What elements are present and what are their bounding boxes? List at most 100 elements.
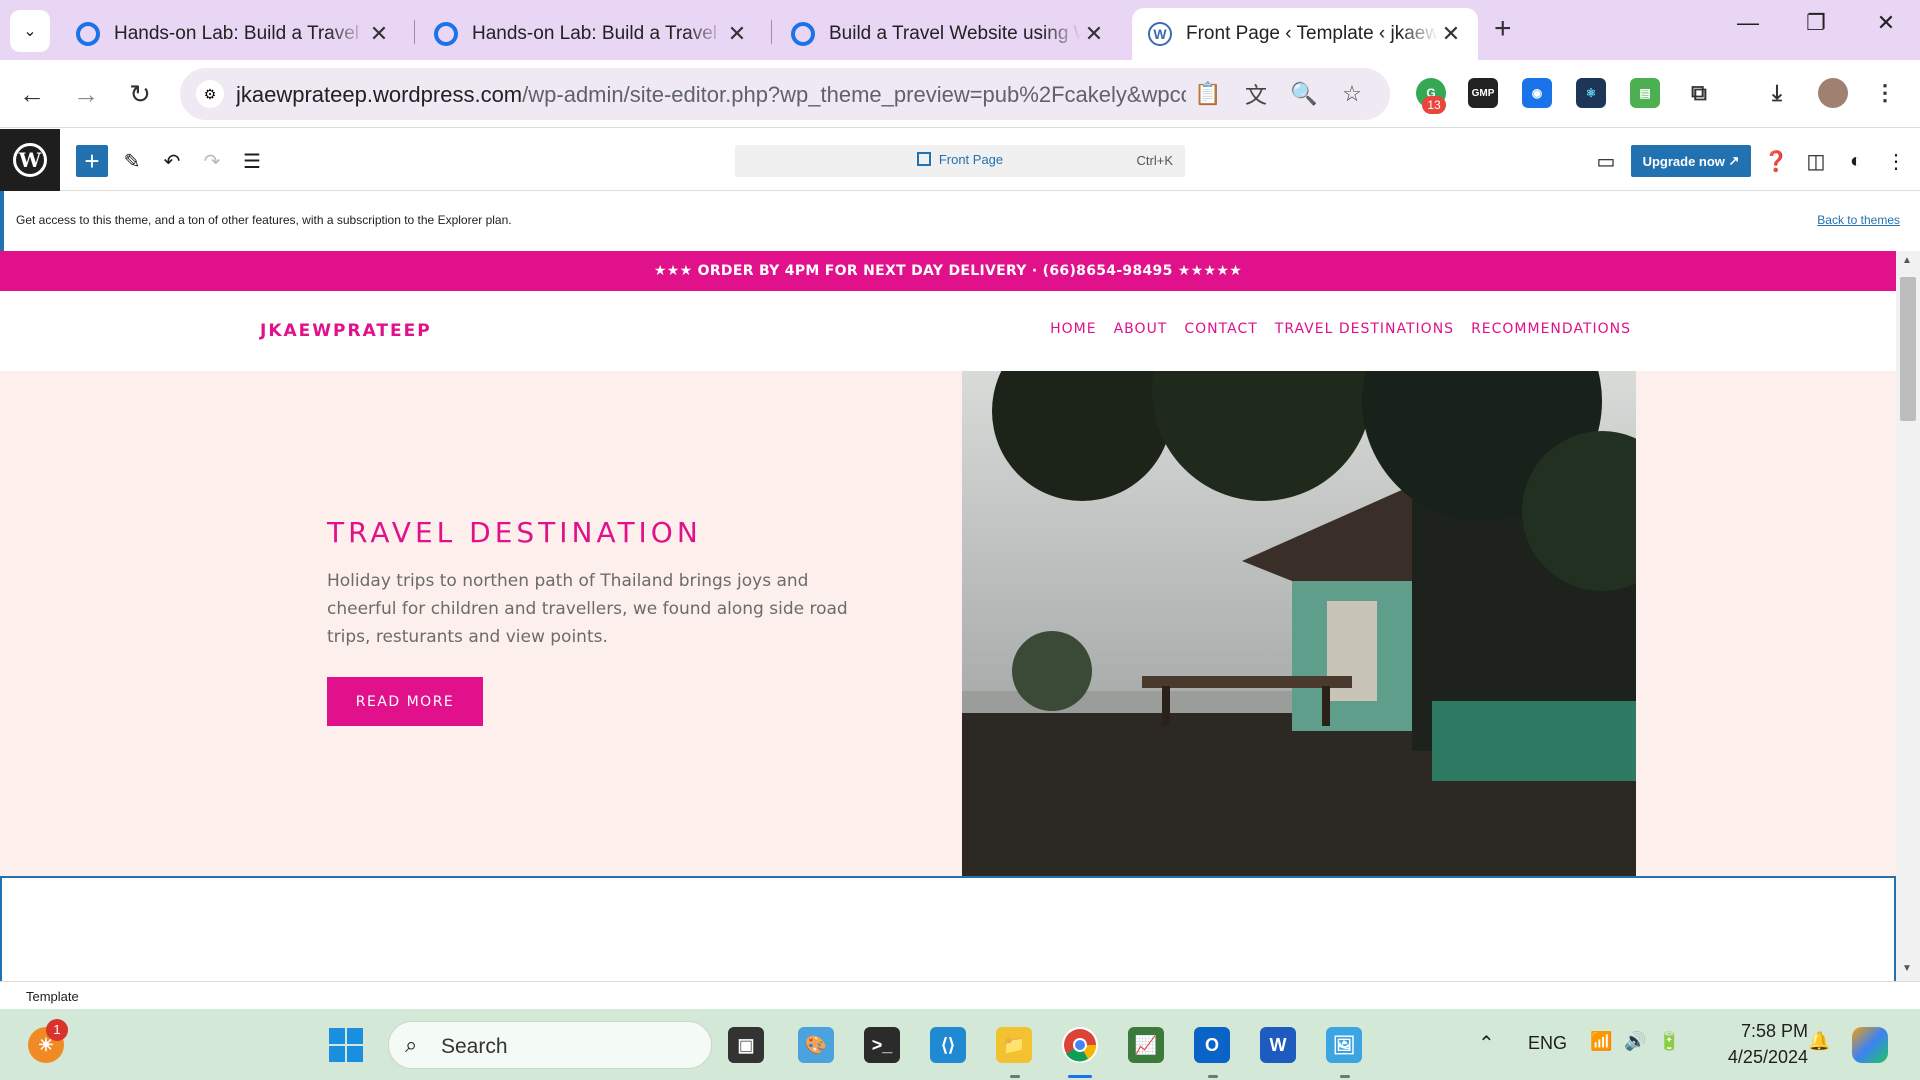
nav-item-recommendations[interactable]: RECOMMENDATIONS [1471,321,1631,337]
more-menu-icon[interactable]: ⋮ [1870,78,1900,108]
nav-item-contact[interactable]: CONTACT [1184,321,1257,337]
plan-notice: Get access to this theme, and a ton of o… [0,191,1920,251]
site-header[interactable]: JKAEWPRATEEP HOME ABOUT CONTACT TRAVEL D… [0,291,1896,371]
selected-block-outline[interactable] [0,876,1896,981]
new-tab-button[interactable]: + [1494,12,1512,46]
list-view-icon[interactable]: ☰ [236,145,268,177]
scroll-up-icon[interactable]: ▲ [1902,255,1912,266]
file-explorer-icon[interactable]: 📁 [996,1027,1032,1063]
edit-tools-icon[interactable]: ✎ [116,145,148,177]
windows-logo-icon [329,1028,363,1062]
command-palette-bar[interactable]: Front Page Ctrl+K [735,145,1185,177]
vscode-icon[interactable]: ⟨⟩ [930,1027,966,1063]
hero-section[interactable]: TRAVEL DESTINATION Holiday trips to nort… [0,371,1896,876]
styles-icon[interactable]: ◐ [1840,145,1872,177]
document-title: Front Page [938,152,1004,167]
nav-item-travel-destinations[interactable]: TRAVEL DESTINATIONS [1275,321,1454,337]
help-icon[interactable]: ❓ [1760,145,1792,177]
upgrade-now-button[interactable]: Upgrade now ↗ [1631,145,1751,177]
paint-icon[interactable]: 🎨 [798,1027,834,1063]
browser-tab-active[interactable]: W Front Page ‹ Template ‹ jkaewprateep ✕ [1132,8,1478,60]
tray-overflow-icon[interactable]: ⌃ [1478,1031,1495,1056]
volume-icon[interactable]: 🔊 [1624,1031,1646,1052]
clock-date[interactable]: 4/25/2024 [1708,1047,1808,1068]
running-indicator [1010,1075,1020,1078]
browser-tab[interactable]: Hands-on Lab: Build a Travel Website usi… [418,8,764,60]
language-indicator[interactable]: ENG [1528,1033,1567,1054]
undo-icon[interactable]: ↶ [156,145,188,177]
wifi-icon[interactable]: 📶 [1590,1031,1612,1052]
redo-icon[interactable]: ↷ [196,145,228,177]
terminal-icon[interactable]: >_ [864,1027,900,1063]
browser-tab[interactable]: Hands-on Lab: Build a Travel Website usi… [60,8,406,60]
taskbar-search[interactable]: ⌕ Search [388,1021,712,1069]
site-info-icon[interactable]: ⚙ [196,80,224,108]
canvas-scrollbar[interactable]: ▲ ▼ [1896,251,1920,981]
url-text[interactable]: jkaewprateep.wordpress.com/wp-admin/site… [236,82,1186,108]
hero-heading[interactable]: TRAVEL DESTINATION [327,516,702,549]
sheet-icon[interactable]: ▤ [1630,78,1660,108]
scroll-down-icon[interactable]: ▼ [1902,963,1912,974]
copilot-icon[interactable] [1852,1027,1888,1063]
close-icon[interactable]: ✕ [1081,21,1107,47]
site-title[interactable]: JKAEWPRATEEP [260,321,432,341]
tab-divider [414,20,415,44]
options-icon[interactable]: ⋮ [1880,145,1912,177]
block-inserter-button[interactable]: + [76,145,108,177]
notifications-icon[interactable]: 🔔 [1808,1031,1830,1052]
wordpress-logo[interactable]: W [0,129,60,191]
close-window-icon[interactable]: ✕ [1866,10,1906,36]
task-view-icon[interactable]: ▣ [728,1027,764,1063]
nav-item-about[interactable]: ABOUT [1114,321,1168,337]
profile-avatar[interactable] [1818,78,1848,108]
nav-item-home[interactable]: HOME [1050,321,1096,337]
settings-sidebar-icon[interactable]: ◫ [1800,145,1832,177]
outlook-icon[interactable]: O [1194,1027,1230,1063]
device-preview-icon[interactable]: ▭ [1590,145,1622,177]
puzzle-icon[interactable]: ⧉ [1684,78,1714,108]
close-icon[interactable]: ✕ [366,21,392,47]
word-icon[interactable]: W [1260,1027,1296,1063]
clock-time[interactable]: 7:58 PM [1728,1021,1808,1042]
block-breadcrumb[interactable]: Template [26,989,79,1004]
photos-icon[interactable]: 🖼 [1326,1027,1362,1063]
zoom-icon[interactable]: 🔍 [1290,80,1318,108]
notice-text: Get access to this theme, and a ton of o… [16,213,512,227]
reload-icon[interactable]: ↻ [120,74,160,114]
clipboard-icon[interactable]: 📋 [1194,80,1222,108]
back-to-themes-link[interactable]: Back to themes [1817,213,1900,227]
forward-icon[interactable]: → [66,74,106,114]
back-icon[interactable]: ← [12,74,52,114]
close-icon[interactable]: ✕ [724,21,750,47]
running-indicator [1340,1075,1350,1078]
chrome-icon[interactable] [1062,1027,1098,1063]
site-navigation[interactable]: HOME ABOUT CONTACT TRAVEL DESTINATIONS R… [1050,321,1631,337]
browser-tab[interactable]: Build a Travel Website using WordPress ✕ [775,8,1121,60]
battery-icon[interactable]: 🔋 [1658,1031,1680,1052]
browser-tab-strip: ⌄ Hands-on Lab: Build a Travel Website u… [0,0,1920,60]
address-bar[interactable]: ⚙ jkaewprateep.wordpress.com/wp-admin/si… [180,68,1390,120]
minimize-icon[interactable]: — [1728,10,1768,36]
hero-paragraph[interactable]: Holiday trips to northen path of Thailan… [327,567,857,651]
search-icon: ⌕ [405,1032,418,1057]
promo-banner[interactable]: ★★★ ORDER BY 4PM FOR NEXT DAY DELIVERY ·… [0,251,1896,291]
tab-search-button[interactable]: ⌄ [10,10,50,52]
scrollbar-thumb[interactable] [1900,277,1916,421]
react-icon[interactable]: ⚛ [1576,78,1606,108]
tab-divider [771,20,772,44]
windows-taskbar: ☀ 1 ⌕ Search ▣ 🎨 >_ ⟨⟩ 📁 📈 O W 🖼 ⌃ ENG 📶… [0,1009,1920,1080]
extension-badge: 13 [1422,96,1446,114]
read-more-button[interactable]: READ MORE [327,677,483,726]
bookmark-star-icon[interactable]: ☆ [1338,80,1366,108]
editor-canvas[interactable]: ★★★ ORDER BY 4PM FOR NEXT DAY DELIVERY ·… [0,251,1896,981]
coursera-icon [76,22,100,46]
translate-icon[interactable]: 文 [1242,80,1270,108]
start-icon[interactable] [328,1027,364,1063]
hero-photo[interactable] [962,371,1636,876]
close-icon[interactable]: ✕ [1438,21,1464,47]
excel-chart-icon[interactable]: 📈 [1128,1027,1164,1063]
camera-icon[interactable]: ◉ [1522,78,1552,108]
download-icon[interactable]: ⤓ [1762,78,1792,108]
restore-icon[interactable]: ❐ [1796,10,1836,36]
gmp-icon[interactable]: GMP [1468,78,1498,108]
